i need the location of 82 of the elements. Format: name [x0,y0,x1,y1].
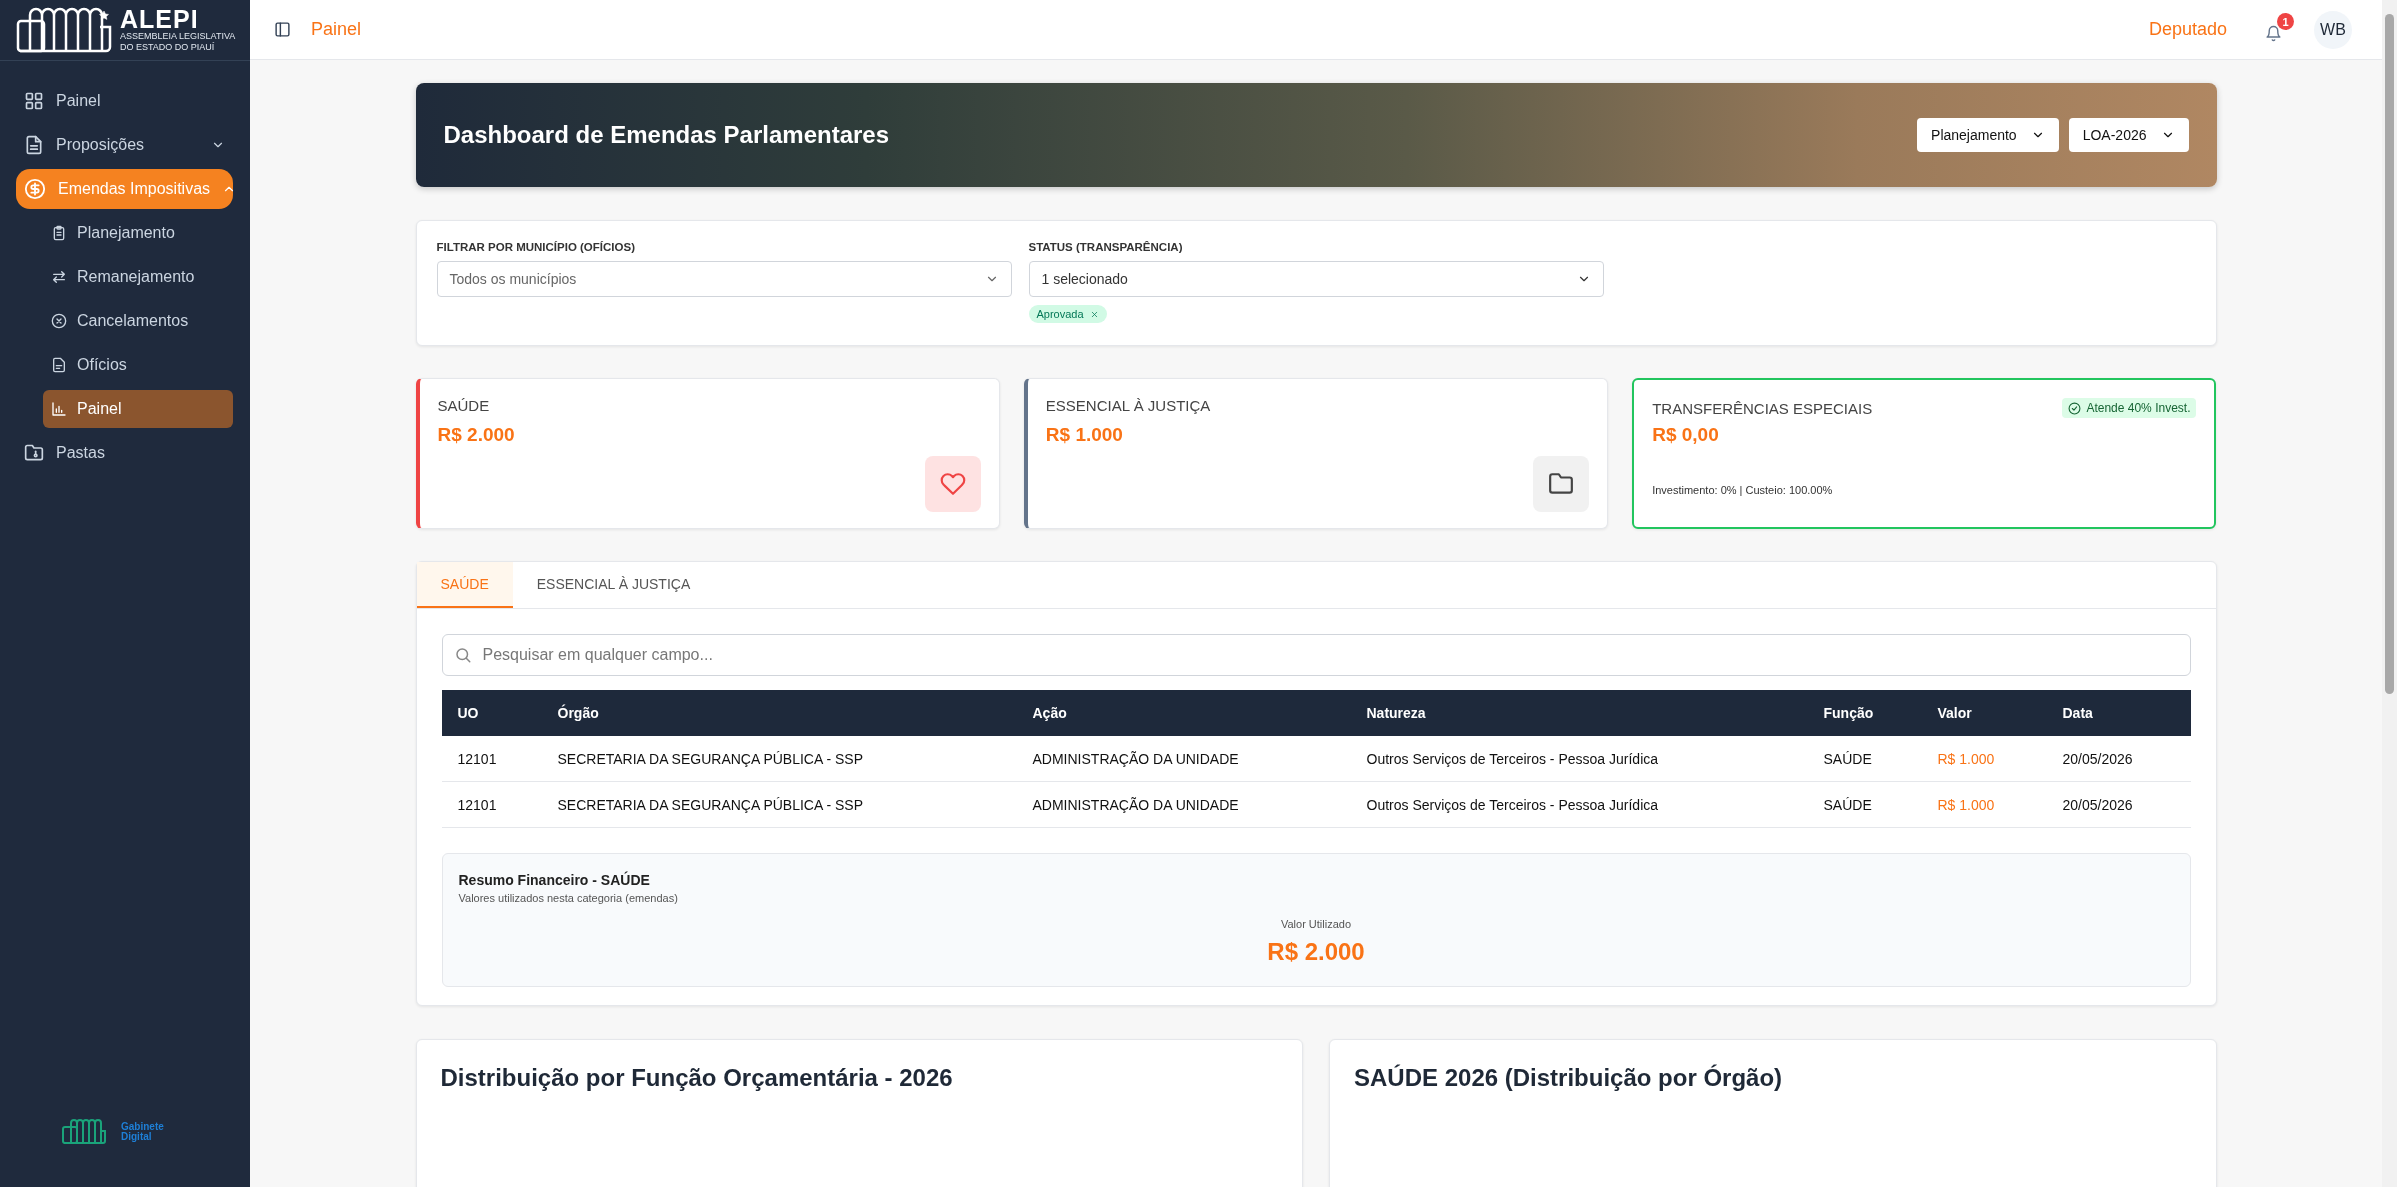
clipboard-icon [51,225,67,241]
card-title: ESSENCIAL À JUSTIÇA [1045,397,1212,414]
table-cell: 20/05/2026 [2046,736,2191,782]
card-title: TRANSFERÊNCIAS ESPECIAIS [1652,399,1873,417]
select-dropdown[interactable]: Planejamento [1917,118,2059,152]
footer-logo-text: Gabinete [121,1122,164,1132]
select-dropdown[interactable]: 1 selecionado [1028,261,1604,297]
tab[interactable]: ESSENCIAL À JUSTIÇA [512,562,715,608]
logo-icon [16,7,112,53]
bar-chart-icon [51,401,67,417]
table-cell: SAÚDE [1807,782,1922,828]
card-amount: R$ 2.000 [437,424,516,446]
sidebar-subitem[interactable]: Painel [43,390,233,428]
table-cell: Outros Serviços de Terceiros - Pessoa Jurídica [1350,782,1808,828]
user-role: Deputado [2148,19,2227,40]
summary-subtitle: Valores utilizados nesta categoria (emendas) [458,892,679,904]
sidebar-item[interactable]: Painel [16,81,233,121]
footer-logo-text: Digital [121,1132,153,1142]
sidebar-item[interactable]: Pastas [16,433,233,473]
card-title: SAÚDE [437,397,491,414]
search-icon [453,646,472,664]
table-cell: ADMINISTRAÇÃO DA UNIDADE [1016,736,1351,782]
column-header: Função [1807,690,1922,736]
circle-x-icon [51,313,67,329]
card-amount: R$ 1.000 [1045,424,1124,446]
summary-title: Resumo Financeiro - SAÚDE [458,872,651,888]
table-cell: 12101 [441,782,542,828]
table-cell: 20/05/2026 [2046,782,2191,828]
logo-subtitle: ASSEMBLEIA LEGISLATIVA [120,31,236,42]
select-dropdown[interactable]: LOA-2026 [2068,118,2189,152]
sidebar-subitem[interactable]: Planejamento [43,214,233,252]
summary-value: R$ 2.000 [1267,938,1365,966]
card-note: Investimento: 0% | Custeio: 100.00% [1652,484,1834,496]
sidebar-subitem[interactable]: Cancelamentos [43,302,233,340]
chart-title: SAÚDE 2026 (Distribuição por Órgão) [1354,1064,1783,1092]
logo-subtitle: DO ESTADO DO PIAUÍ [120,42,216,53]
notifications-button[interactable]: 1 [2261,13,2294,46]
sidebar-subitem[interactable]: Remanejamento [43,258,233,296]
avatar[interactable]: WB [2314,10,2352,49]
close-icon [1089,309,1099,319]
scrollbar-thumb[interactable] [2385,14,2394,694]
document-icon [24,135,44,155]
filter-label: FILTRAR POR MUNICÍPIO (OFÍCIOS) [436,241,636,253]
notification-count: 1 [2277,13,2294,30]
sidebar-subitem[interactable]: Ofícios [43,346,233,384]
table-cell: SAÚDE [1807,736,1922,782]
table-cell: Outros Serviços de Terceiros - Pessoa Jurídica [1350,736,1808,782]
table-cell: R$ 1.000 [1921,736,2047,782]
table-cell: 12101 [441,736,542,782]
sidebar-item[interactable]: Proposições [16,125,233,165]
bell-icon [2265,25,2282,42]
grid-icon [24,91,44,111]
remove-chip-button[interactable] [1089,309,1099,319]
sidebar-toggle-button[interactable] [274,21,291,38]
document-icon [51,357,67,373]
badge-label: Atende 40% Invest. [2086,401,2191,415]
table-cell: SECRETARIA DA SEGURANÇA PÚBLICA - SSP [541,782,1017,828]
select-dropdown[interactable]: Todos os municípios [436,261,1012,297]
check-circle-icon [2068,401,2082,415]
logo-title: ALEPI [120,7,200,31]
table-cell: ADMINISTRAÇÃO DA UNIDADE [1016,782,1351,828]
folder-icon [1548,471,1575,497]
dollar-icon [24,178,46,200]
chip-label: Aprovada [1036,308,1084,320]
table-cell: R$ 1.000 [1921,782,2047,828]
chart-title: Distribuição por Função Orçamentária - 2026 [440,1064,953,1092]
swap-arrows-icon [51,269,67,285]
table-cell: SECRETARIA DA SEGURANÇA PÚBLICA - SSP [541,736,1017,782]
column-header: Órgão [541,690,1017,736]
column-header: UO [441,690,542,736]
filter-label: STATUS (TRANSPARÊNCIA) [1028,241,1184,253]
card-amount: R$ 0,00 [1652,424,1720,446]
heart-icon [939,471,966,497]
column-header: Data [2046,690,2191,736]
summary-label: Valor Utilizado [1280,918,1352,930]
column-header: Natureza [1350,690,1808,736]
page-title: Dashboard de Emendas Parlamentares [443,121,890,149]
column-header: Ação [1016,690,1351,736]
folder-icon [24,443,44,463]
column-header: Valor [1921,690,2047,736]
sidebar-panel-icon [274,21,291,38]
search-field[interactable]: Pesquisar em qualquer campo... [441,634,2191,676]
